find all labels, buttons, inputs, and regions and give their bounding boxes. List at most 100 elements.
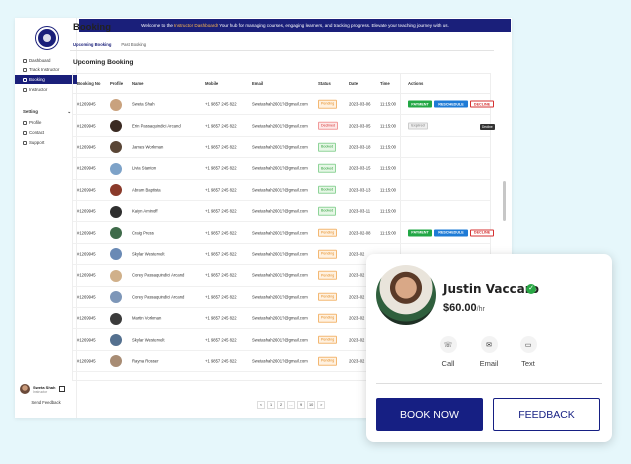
sidebar-item-booking[interactable]: Booking xyxy=(15,75,77,84)
page-button[interactable]: 1 xyxy=(267,401,275,409)
chevron-down-icon: ⌄ xyxy=(67,109,71,114)
booking-date: 2023-03-18 xyxy=(349,144,371,150)
profile-avatar xyxy=(110,162,122,175)
booking-number: #1269945 xyxy=(77,294,96,300)
booking-date: 2023-03-05 xyxy=(349,123,371,129)
email-address: Swetashah2601?@gmail.com xyxy=(252,272,308,278)
home-icon xyxy=(23,58,27,63)
status-badge: Booked xyxy=(318,206,337,216)
student-name: Abram Baptista xyxy=(132,187,161,193)
email-address: Swetashah2601?@gmail.com xyxy=(252,230,308,236)
column-header: Name xyxy=(132,81,144,86)
mobile-number: +1 9857 245 822 xyxy=(205,315,237,321)
booking-time: 11:15:00 xyxy=(380,187,396,193)
booking-date: 2023-03-06 xyxy=(349,101,371,107)
sidebar-item-contact[interactable]: Contact xyxy=(15,128,77,137)
price-unit: /hr xyxy=(476,306,485,313)
page-button: ... xyxy=(287,401,295,409)
feedback-button[interactable]: FEEDBACK xyxy=(493,398,600,431)
student-name: Skylar Westervelt xyxy=(132,251,165,257)
booking-number: #1269945 xyxy=(77,251,96,257)
email-action[interactable]: ✉ Email xyxy=(471,336,507,368)
phone-icon xyxy=(23,130,27,135)
booking-date: 2023-02-08 xyxy=(349,230,371,236)
sidebar-item-dashboard[interactable]: Dashboard xyxy=(15,56,77,65)
booking-number: #1269945 xyxy=(77,187,96,193)
table-row: #1269945 James Workman +1 9857 245 822 Swet… xyxy=(73,137,490,159)
booking-number: #1269945 xyxy=(77,315,96,321)
booking-time: 11:15:00 xyxy=(380,123,396,129)
payment-button[interactable]: PAYMENT xyxy=(408,229,432,237)
profile-avatar xyxy=(110,227,122,240)
status-badge: Pending xyxy=(318,228,338,237)
setting-section[interactable]: Setting ⌄ xyxy=(23,109,71,115)
email-address: Swetashah2601?@gmail.com xyxy=(252,358,308,364)
status-badge: Pending xyxy=(318,292,338,302)
send-feedback-link[interactable]: Send Feedback xyxy=(19,400,73,405)
column-header: Booking No xyxy=(77,81,101,86)
table-row: #1269945 Sweta Shah +1 9857 245 822 Swetash… xyxy=(73,94,494,116)
profile-avatar xyxy=(110,141,122,154)
profile-avatar xyxy=(110,98,122,111)
profile-avatar xyxy=(110,269,122,282)
mobile-number: +1 9857 245 822 xyxy=(205,272,237,278)
mobile-number: +1 9857 245 822 xyxy=(205,208,237,214)
table-header: Booking No Profile Name Mobile Email Status Da… xyxy=(73,74,490,94)
sidebar-item-instructor[interactable]: Instructor xyxy=(15,85,77,94)
student-name: Skylar Westervelt xyxy=(132,337,165,343)
booking-number: #1269945 xyxy=(77,101,96,107)
decline-button[interactable]: DECLINE xyxy=(470,100,494,108)
booking-date: 2023-02 xyxy=(349,337,365,343)
page-button[interactable]: 2 xyxy=(277,401,285,409)
sidebar-item-support[interactable]: Support xyxy=(15,138,77,147)
reschedule-button[interactable]: RESCHEDULE xyxy=(434,100,468,108)
price-value: $60.00 xyxy=(443,302,477,314)
call-action[interactable]: ☏ Call xyxy=(430,336,466,368)
profile-avatar xyxy=(110,334,122,347)
page-button[interactable]: 10 xyxy=(307,401,316,409)
logout-icon[interactable] xyxy=(59,386,66,392)
email-address: Swetashah2601?@gmail.com xyxy=(252,101,308,107)
booking-date: 2023-03-11 xyxy=(349,208,371,214)
status-badge: Pending xyxy=(318,99,338,109)
status-badge: Pending xyxy=(318,249,338,259)
next-page-button[interactable]: > xyxy=(317,401,326,409)
booking-number: #1269945 xyxy=(77,272,96,278)
booking-time: 11:15:00 xyxy=(380,165,396,171)
booking-date: 2023-02 xyxy=(349,251,365,257)
sidebar-item-label: Contact xyxy=(29,130,45,135)
column-header: Date xyxy=(349,81,359,86)
banner-suffix: Your hub for managing courses, engaging … xyxy=(219,23,449,28)
expired-button[interactable]: Expired xyxy=(408,122,428,130)
pagination: <1 2... 9 10 > xyxy=(257,401,327,409)
email-address: Swetashah2601?@gmail.com xyxy=(252,315,308,321)
sidebar-item-profile[interactable]: Profile xyxy=(15,118,77,127)
text-action[interactable]: ▭ Text xyxy=(510,336,546,368)
booking-number: #1269945 xyxy=(77,230,96,236)
instructor-price: $60.00/hr xyxy=(443,302,485,314)
payment-button[interactable]: PAYMENT xyxy=(408,100,432,108)
mobile-number: +1 9857 245 822 xyxy=(205,165,237,171)
decline-button[interactable]: DECLINE xyxy=(470,229,494,237)
booking-time: 11:15:00 xyxy=(380,101,396,107)
phone-icon: ☏ xyxy=(439,336,457,353)
reschedule-button[interactable]: RESCHEDULE xyxy=(434,229,468,237)
mobile-number: +1 9857 245 822 xyxy=(205,187,237,193)
column-header: Profile xyxy=(110,81,124,86)
table-row: #1269945 Livia Stanton +1 9857 245 822 Swet… xyxy=(73,158,490,180)
prev-page-button[interactable]: < xyxy=(257,401,265,409)
student-name: Martin Vorkman xyxy=(132,315,162,321)
user-profile[interactable]: Sweta Shah Instructor xyxy=(20,384,74,394)
booking-date: 2023-02 xyxy=(349,358,365,364)
profile-avatar xyxy=(110,205,122,218)
profile-avatar xyxy=(110,184,122,197)
scrollbar[interactable] xyxy=(503,181,506,221)
booking-number: #1269945 xyxy=(77,165,96,171)
student-name: Corey Passaquindici Arcand xyxy=(132,294,185,300)
book-now-button[interactable]: BOOK NOW xyxy=(376,398,483,431)
page-button[interactable]: 9 xyxy=(297,401,305,409)
tab-divider xyxy=(70,50,494,51)
mobile-number: +1 9857 245 822 xyxy=(205,230,237,236)
sidebar-item-track-instructor[interactable]: Track Instructor xyxy=(15,65,77,74)
profile-avatar xyxy=(110,355,122,368)
